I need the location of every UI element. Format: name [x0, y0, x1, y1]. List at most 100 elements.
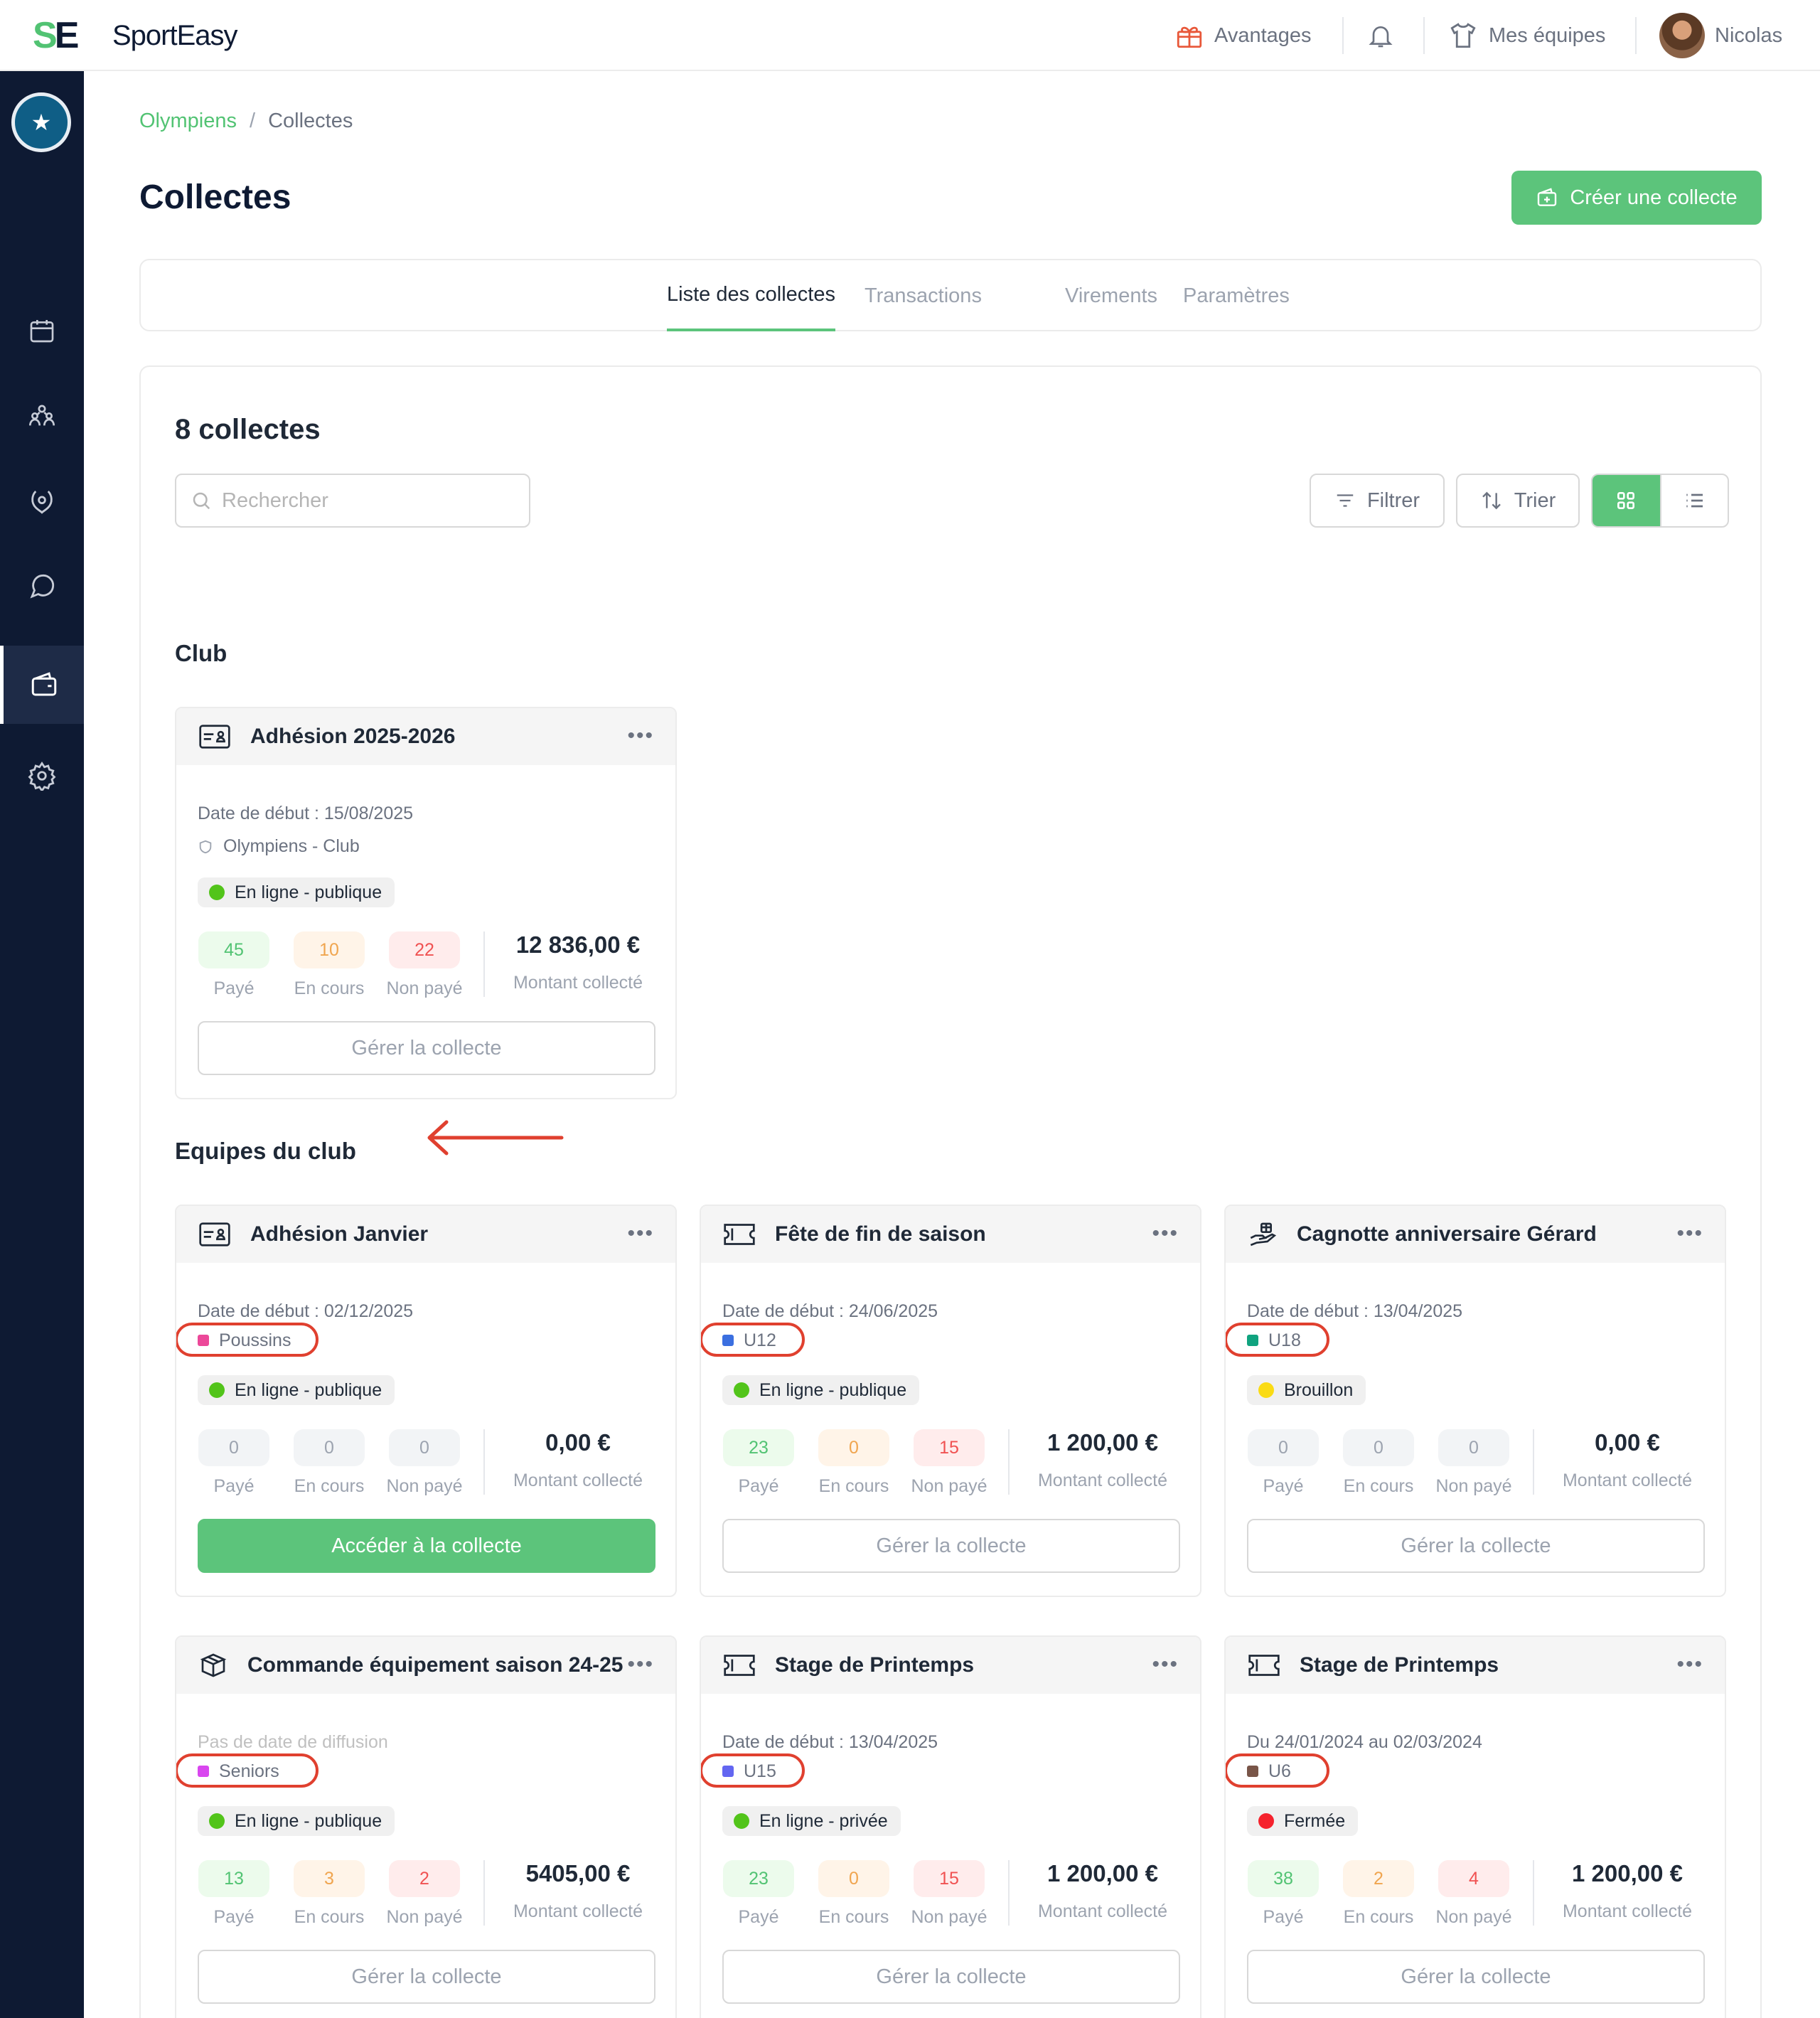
unpaid-label: Non payé	[1435, 1476, 1512, 1496]
manage-collection-button[interactable]: Gérer la collecte	[198, 1950, 655, 2004]
user-name: Nicolas	[1715, 23, 1783, 47]
card-owner: Olympiens - Club	[198, 836, 360, 857]
manage-collection-button[interactable]: Gérer la collecte	[722, 1950, 1180, 2004]
pending-count: 0	[294, 1429, 365, 1466]
card-header: Adhésion 2025-2026 •••	[176, 708, 675, 765]
avatar	[1659, 13, 1705, 58]
card-date: Date de début : 13/04/2025	[722, 1732, 938, 1752]
manage-collection-button[interactable]: Gérer la collecte	[1247, 1519, 1705, 1573]
card-title[interactable]: Cagnotte anniversaire Gérard	[1297, 1222, 1597, 1246]
divider	[483, 931, 485, 997]
manage-collection-button[interactable]: Gérer la collecte	[198, 1021, 655, 1075]
club-logo[interactable]: ★	[11, 92, 71, 152]
my-teams-label: Mes équipes	[1489, 23, 1606, 47]
collected-amount-label: Montant collecté	[1562, 1470, 1693, 1490]
collections-panel: 8 collectes Filtrer Trier C	[139, 365, 1762, 2018]
card-date: Date de début : 15/08/2025	[198, 804, 414, 823]
divider	[1342, 17, 1344, 54]
more-options-icon[interactable]: •••	[1152, 1653, 1179, 1677]
unpaid-label: Non payé	[911, 1907, 987, 1927]
pending-label: En cours	[1343, 1476, 1414, 1496]
more-options-icon[interactable]: •••	[627, 724, 654, 748]
advantages-label: Avantages	[1214, 23, 1312, 47]
status-label: Brouillon	[1284, 1379, 1354, 1400]
collected-amount: 12 836,00 €	[515, 931, 641, 958]
stat-pending: 3 En cours	[293, 1860, 365, 1928]
notifications-button[interactable]	[1366, 16, 1395, 55]
more-options-icon[interactable]: •••	[1676, 1653, 1703, 1677]
tab-transactions[interactable]: Transactions	[864, 260, 982, 331]
collected-amount-label: Montant collecté	[1037, 1470, 1168, 1490]
paid-label: Payé	[738, 1476, 779, 1496]
gift-hand-icon	[1250, 1222, 1277, 1246]
tab-collections-list[interactable]: Liste des collectes	[667, 260, 835, 331]
my-teams-link[interactable]: Mes équipes	[1447, 16, 1605, 55]
list-view-button[interactable]	[1659, 475, 1728, 526]
card-header: Cagnotte anniversaire Gérard •••	[1226, 1206, 1725, 1263]
search-box[interactable]	[175, 474, 530, 528]
tab-transfers[interactable]: Virements	[1065, 260, 1157, 331]
more-options-icon[interactable]: •••	[1152, 1222, 1179, 1246]
collection-card: Adhésion 2025-2026 ••• Date de début : 1…	[175, 707, 677, 1099]
card-title[interactable]: Adhésion Janvier	[250, 1222, 428, 1246]
more-options-icon[interactable]: •••	[1676, 1222, 1703, 1246]
tab-settings[interactable]: Paramètres	[1183, 260, 1290, 331]
calendar-icon	[30, 320, 54, 343]
bell-icon	[1369, 26, 1393, 48]
sidebar-item-calendar[interactable]	[0, 292, 84, 370]
collected-amount: 5405,00 €	[525, 1860, 631, 1886]
access-collection-button[interactable]: Accéder à la collecte	[198, 1519, 655, 1573]
sidebar-item-members[interactable]	[0, 377, 84, 455]
status-dot	[209, 1813, 225, 1829]
breadcrumb-club-link[interactable]: Olympiens	[139, 108, 237, 134]
card-header: Stage de Printemps •••	[701, 1637, 1200, 1694]
sporteasy-logo-text[interactable]: SportEasy	[112, 18, 238, 53]
create-collection-button[interactable]: Créer une collecte	[1511, 171, 1762, 225]
team-tag-label: U15	[744, 1761, 776, 1781]
user-menu[interactable]: Nicolas	[1659, 13, 1782, 58]
collected-amount: 1 200,00 €	[1572, 1860, 1683, 1886]
search-input[interactable]	[222, 489, 520, 513]
unpaid-count: 0	[389, 1429, 460, 1466]
stat-unpaid: 4 Non payé	[1435, 1860, 1512, 1928]
unpaid-label: Non payé	[1435, 1907, 1512, 1927]
unpaid-label: Non payé	[386, 978, 463, 998]
sidebar: ★	[0, 71, 84, 2018]
card-title[interactable]: Commande équipement saison 24-25	[247, 1653, 623, 1677]
collected-amount: 0,00 €	[1595, 1429, 1660, 1456]
advantages-link[interactable]: Avantages	[1174, 16, 1312, 55]
breadcrumb: Olympiens / Collectes	[139, 108, 353, 134]
stat-paid: 0 Payé	[1247, 1429, 1320, 1497]
status-label: Fermée	[1284, 1810, 1346, 1831]
more-options-icon[interactable]: •••	[627, 1653, 654, 1677]
stat-paid: 38 Payé	[1247, 1860, 1320, 1928]
pending-count: 0	[818, 1860, 889, 1897]
sidebar-item-messages[interactable]	[0, 548, 84, 626]
paid-label: Payé	[1263, 1907, 1304, 1927]
unpaid-count: 0	[1438, 1429, 1509, 1466]
stat-paid: 45 Payé	[198, 931, 270, 999]
manage-collection-button[interactable]: Gérer la collecte	[722, 1519, 1180, 1573]
card-title[interactable]: Stage de Printemps	[775, 1653, 974, 1677]
status-dot	[1258, 1813, 1274, 1829]
breadcrumb-separator: /	[250, 110, 256, 132]
divider	[1635, 17, 1637, 54]
more-options-icon[interactable]: •••	[627, 1222, 654, 1246]
card-title[interactable]: Fête de fin de saison	[775, 1222, 986, 1246]
card-title[interactable]: Stage de Printemps	[1300, 1653, 1499, 1677]
filter-button[interactable]: Filtrer	[1310, 474, 1445, 528]
card-title[interactable]: Adhésion 2025-2026	[250, 725, 455, 749]
sporteasy-logo-mark[interactable]: SE	[33, 17, 79, 54]
sort-button[interactable]: Trier	[1456, 474, 1580, 528]
manage-collection-button[interactable]: Gérer la collecte	[1247, 1950, 1705, 2004]
sidebar-item-collections[interactable]	[0, 646, 84, 724]
collections-count: 8 collectes	[175, 414, 321, 445]
sidebar-item-competitions[interactable]	[0, 462, 84, 540]
sidebar-item-settings[interactable]	[0, 737, 84, 815]
grid-view-button[interactable]	[1592, 475, 1660, 526]
team-tag: U12	[722, 1327, 776, 1354]
paid-count: 23	[723, 1429, 794, 1466]
card-header: Fête de fin de saison •••	[701, 1206, 1200, 1263]
star-icon: ★	[31, 110, 52, 135]
filter-label: Filtrer	[1366, 489, 1420, 512]
